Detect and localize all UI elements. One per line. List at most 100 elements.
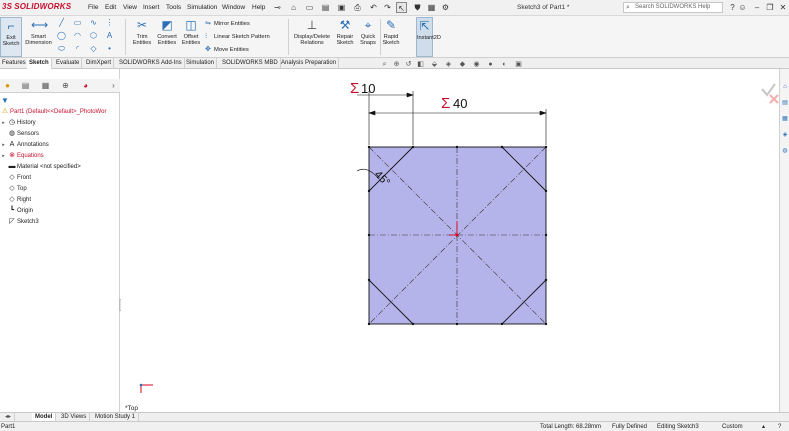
appearances-icon[interactable]: ◍ <box>781 147 789 155</box>
help-search-input[interactable]: ⌕ Search SOLIDWORKS Help <box>623 2 723 13</box>
circle-icon[interactable]: ◯ <box>55 30 68 42</box>
tab-sketch[interactable]: Sketch <box>27 58 52 69</box>
vertex[interactable] <box>367 278 371 282</box>
dynamic-annotation-icon[interactable]: ⬙ <box>430 60 439 69</box>
rebuild-icon[interactable]: ⛊ <box>412 2 423 13</box>
vertex[interactable] <box>411 322 415 326</box>
quick-snaps-button[interactable]: ⌖ Quick Snaps <box>358 17 378 57</box>
tab-evaluate[interactable]: Evaluate <box>54 58 83 69</box>
options-icon[interactable]: ⚙ <box>440 2 451 13</box>
view-settings-icon[interactable]: ▣ <box>514 60 523 69</box>
move-entities-button[interactable]: ✥ Move Entities <box>205 45 249 55</box>
apply-scene-icon[interactable]: ◐ <box>500 60 509 69</box>
expand-panel-icon[interactable]: › <box>108 81 119 91</box>
slot-icon[interactable]: ⬭ <box>55 43 68 55</box>
minimize-icon[interactable]: – <box>751 1 763 14</box>
vertex[interactable] <box>500 145 504 149</box>
dimension-10[interactable] <box>357 91 414 145</box>
open-icon[interactable]: ▤ <box>320 2 331 13</box>
edit-appearance-icon[interactable]: ● <box>486 60 495 69</box>
dim10-value[interactable]: 10 <box>361 81 375 96</box>
close-icon[interactable]: ✕ <box>777 1 789 14</box>
vertex[interactable] <box>544 145 548 149</box>
expand-icon[interactable]: ▸ <box>0 118 7 128</box>
dim40-value[interactable]: 40 <box>453 96 467 111</box>
smart-dimension-button[interactable]: ⟷ Smart Dimension <box>25 17 52 57</box>
tab-features[interactable]: Features <box>0 58 29 69</box>
vertex[interactable] <box>367 145 371 149</box>
new-document-icon[interactable]: ▭ <box>304 2 315 13</box>
convert-entities-button[interactable]: ◩ Convert Entities <box>155 17 179 57</box>
vertex[interactable] <box>455 322 459 326</box>
tree-item-top[interactable]: ◇ Top <box>0 184 26 194</box>
menu-window[interactable]: Window <box>222 4 245 11</box>
vertex[interactable] <box>411 145 415 149</box>
tab-solidworks-mbd[interactable]: SOLIDWORKS MBD <box>220 58 281 69</box>
design-library-icon[interactable]: ▤ <box>781 99 789 107</box>
vertex[interactable] <box>544 322 548 326</box>
zoom-area-icon[interactable]: ⊕ <box>392 60 401 69</box>
graphics-area[interactable]: Σ 10 Σ 40 45° <box>121 69 779 412</box>
expand-icon[interactable]: ▸ <box>0 140 7 150</box>
file-explorer-icon[interactable]: ▦ <box>781 115 789 123</box>
menu-view[interactable]: View <box>123 4 137 11</box>
text-icon[interactable]: A <box>103 30 116 42</box>
vertex[interactable] <box>455 145 459 149</box>
fillet-icon[interactable]: ◜ <box>71 43 84 55</box>
vertex[interactable] <box>367 322 371 326</box>
expand-icon[interactable]: ▸ <box>0 151 7 161</box>
units-dropdown-icon[interactable]: ▴ <box>762 423 765 431</box>
view-palette-icon[interactable]: ◈ <box>781 131 789 139</box>
tab-dimxpert[interactable]: DimXpert <box>84 58 115 69</box>
restore-icon[interactable]: ❐ <box>764 1 776 14</box>
tree-item-material[interactable]: ▬ Material <not specified> <box>0 162 81 172</box>
menu-insert[interactable]: Insert <box>143 4 159 11</box>
menu-file[interactable]: File <box>88 4 98 11</box>
rapid-sketch-button[interactable]: ✎ Rapid Sketch <box>381 17 401 57</box>
user-icon[interactable]: ☺ <box>737 2 748 13</box>
instant2d-button[interactable]: ⇱ Instant2D <box>416 17 441 57</box>
tab-simulation[interactable]: Simulation <box>184 58 218 69</box>
confirm-check-icon[interactable] <box>761 83 776 97</box>
offset-entities-button[interactable]: ◫ Offset Entities <box>180 17 202 57</box>
solidworks-logo[interactable]: 3S SOLIDWORKS <box>2 2 71 11</box>
tree-item-sketch3[interactable]: ◸ Sketch3 <box>0 217 38 227</box>
tab-solidworks-add-ins[interactable]: SOLIDWORKS Add-Ins <box>117 58 185 69</box>
home-icon[interactable]: ⌂ <box>288 2 299 13</box>
redo-icon[interactable]: ↷ <box>382 2 393 13</box>
menu-simulation[interactable]: Simulation <box>187 4 217 11</box>
tree-item-history[interactable]: ▸ ◷ History <box>0 118 35 128</box>
spline-icon[interactable]: ∿ <box>87 17 100 29</box>
configuration-manager-tab-icon[interactable]: ▦ <box>40 81 51 91</box>
menu-tools[interactable]: Tools <box>166 4 181 11</box>
section-view-icon[interactable]: ◧ <box>416 60 425 69</box>
feature-manager-tab-icon[interactable]: ● <box>2 81 13 91</box>
tree-item-equations[interactable]: ▸ ⊗ Equations <box>0 151 43 161</box>
undo-icon[interactable]: ↶ <box>368 2 379 13</box>
construction-geometry-icon[interactable]: ⋮ <box>103 17 116 29</box>
cancel-x-icon[interactable] <box>769 94 779 104</box>
display-style-icon[interactable]: ◆ <box>458 60 467 69</box>
property-manager-tab-icon[interactable]: ▤ <box>20 81 31 91</box>
polygon-icon[interactable]: ⬡ <box>87 30 100 42</box>
vertex[interactable] <box>367 233 371 237</box>
repair-sketch-button[interactable]: ⚒ Repair Sketch <box>334 17 356 57</box>
tree-item-sensors[interactable]: ◍ Sensors <box>0 129 39 139</box>
menu-edit[interactable]: Edit <box>105 4 116 11</box>
sketch-canvas[interactable]: Σ 10 Σ 40 45° <box>121 69 779 412</box>
dimxpert-manager-tab-icon[interactable]: ⊕ <box>60 81 71 91</box>
status-units[interactable]: Custom <box>722 423 743 431</box>
filter-icon[interactable]: ▼ <box>1 96 9 105</box>
point-icon[interactable]: • <box>103 43 116 55</box>
file-properties-icon[interactable]: ▦ <box>426 2 437 13</box>
dim10-equation-symbol[interactable]: Σ <box>350 80 359 97</box>
trim-entities-button[interactable]: ✂ Trim Entities <box>130 17 154 57</box>
status-options-icon[interactable]: ? <box>778 423 781 431</box>
plane-icon[interactable]: ◇ <box>87 43 100 55</box>
view-orientation-icon[interactable]: ◈ <box>444 60 453 69</box>
resources-icon[interactable]: ⌂ <box>781 83 789 91</box>
menu-help[interactable]: Help <box>252 4 265 11</box>
dimension-40[interactable] <box>368 109 547 145</box>
save-icon[interactable]: ▣ <box>336 2 347 13</box>
hide-show-items-icon[interactable]: ◉ <box>472 60 481 69</box>
